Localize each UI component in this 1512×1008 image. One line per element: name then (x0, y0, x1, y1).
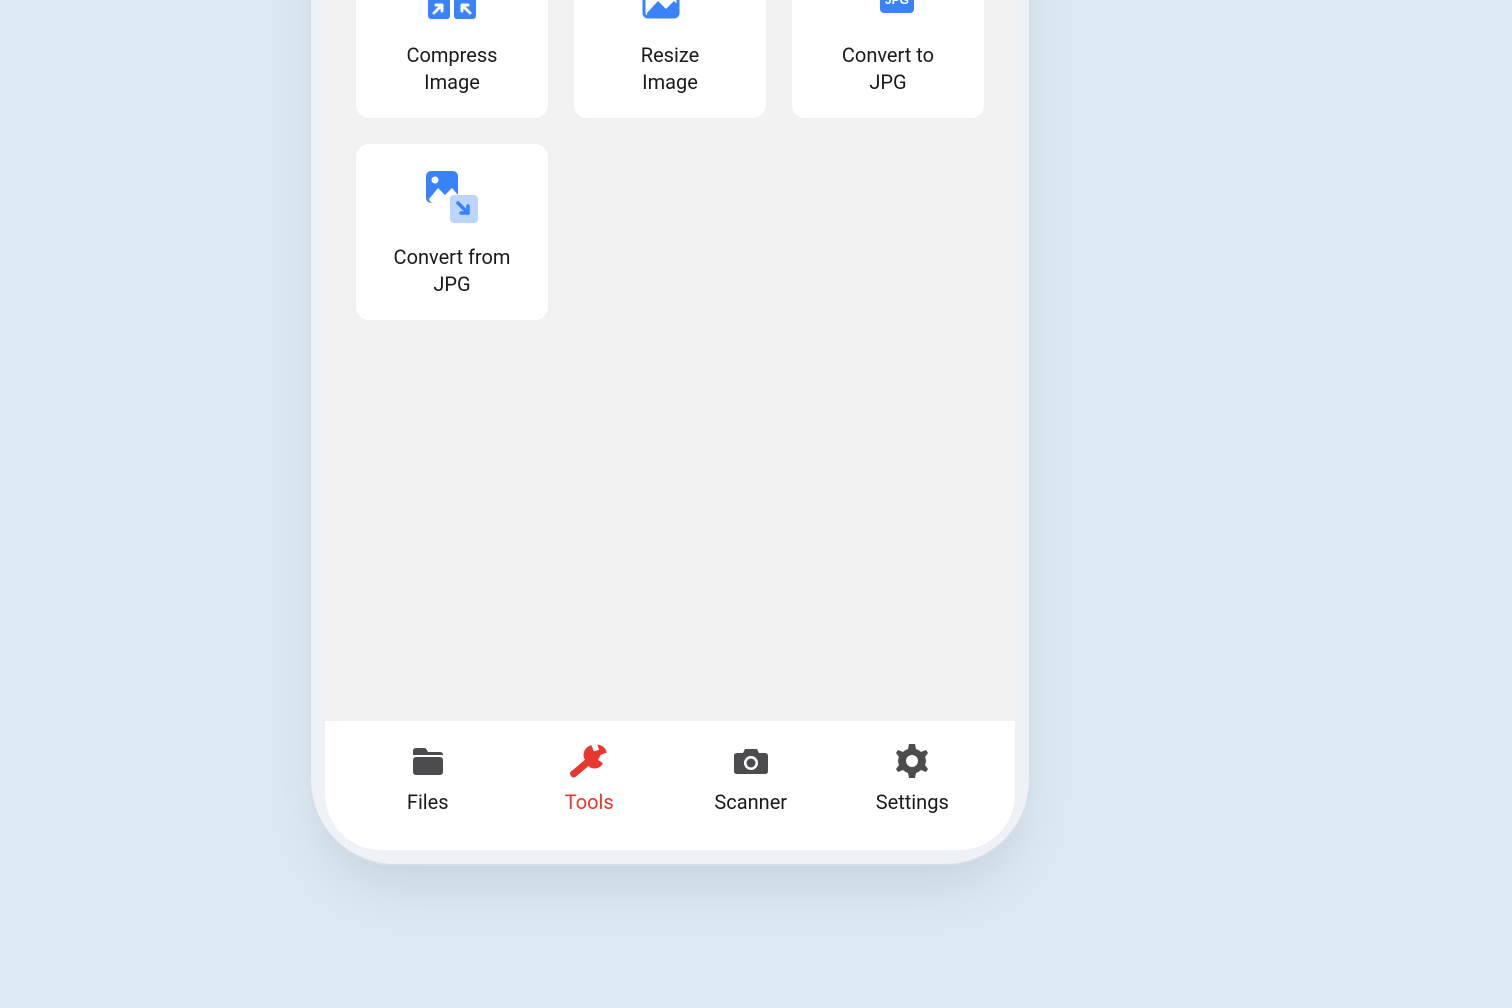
bottom-nav: Files Tools Scanner (325, 720, 1015, 850)
gear-icon (891, 740, 933, 782)
nav-label: Settings (876, 790, 949, 814)
phone-frame: ILOVEIMG TOOLS New! (325, 0, 1015, 850)
nav-files[interactable]: Files (373, 740, 483, 814)
nav-label: Scanner (714, 790, 787, 814)
content-area[interactable]: ILOVEIMG TOOLS New! (325, 0, 1015, 720)
tool-resize-image[interactable]: ResizeImage (573, 0, 767, 119)
tool-label: CompressImage (406, 42, 497, 96)
tool-label: Convert toJPG (842, 42, 934, 96)
convert-from-jpg-icon (419, 164, 485, 230)
tool-convert-to-jpg[interactable]: JPG Convert toJPG (791, 0, 985, 119)
compress-icon (419, 0, 485, 28)
nav-scanner[interactable]: Scanner (696, 740, 806, 814)
nav-settings[interactable]: Settings (857, 740, 967, 814)
folder-icon (407, 740, 449, 782)
nav-label: Files (407, 790, 449, 814)
resize-icon (637, 0, 703, 28)
screen: ILOVEIMG TOOLS New! (325, 0, 1015, 850)
svg-text:JPG: JPG (885, 0, 909, 7)
nav-label: Tools (565, 790, 614, 814)
tool-convert-from-jpg[interactable]: Convert fromJPG (355, 143, 549, 321)
nav-tools[interactable]: Tools (534, 740, 644, 814)
tools-grid: CompressImage (355, 0, 985, 321)
tool-label: ResizeImage (641, 42, 700, 96)
camera-icon (730, 740, 772, 782)
tool-label: Convert fromJPG (394, 244, 511, 298)
wrench-icon (568, 740, 610, 782)
tool-compress-image[interactable]: CompressImage (355, 0, 549, 119)
convert-to-jpg-icon: JPG (855, 0, 921, 28)
